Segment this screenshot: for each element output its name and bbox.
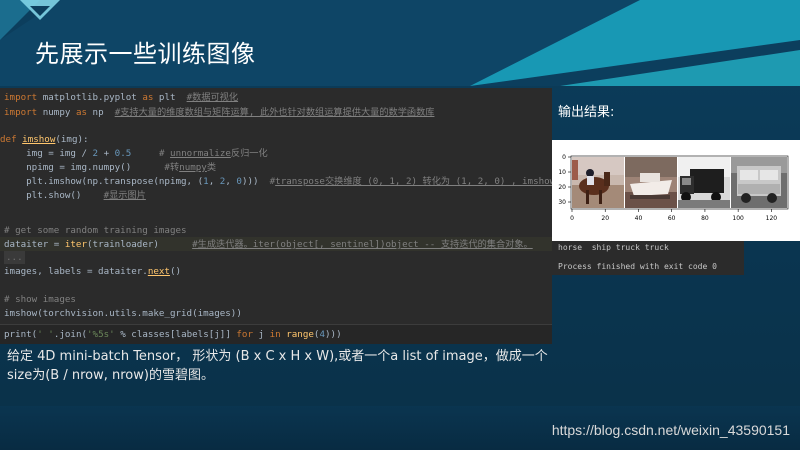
watermark-text: https://blog.csdn.net/weixin_43590151 [551,422,790,438]
slide-title: 先展示一些训练图像 [35,40,256,68]
y-axis-ticks: 0 10 20 30 [558,154,571,206]
code-line: images, labels = dataiter.next() [4,266,182,277]
x-tick-label: 120 [766,215,778,222]
x-tick-label: 40 [635,215,643,222]
code-line: plt.show() #显示图片 [4,190,146,201]
output-plot: 0 20 40 60 80 100 120 0 10 20 30 [552,140,800,241]
code-line: imshow(torchvision.utils.make_grid(image… [4,308,242,319]
description-text: 给定 4D mini-batch Tensor， 形状为 (B x C x H … [7,349,548,383]
code-line: def imshow(img): [0,134,89,145]
x-tick-label: 0 [570,215,574,222]
image-tile-horse [572,157,624,208]
slide: 先展示一些训练图像 输出结果: import matplotlib.pyplot… [0,0,800,450]
code-line: dataiter = iter(trainloader) #生成迭代器。iter… [4,239,533,250]
x-tick-label: 20 [601,215,609,222]
code-line: # show images [4,294,76,305]
y-tick-label: 0 [562,154,566,161]
code-line: npimg = img.numpy() #转numpy类 [4,162,217,173]
x-axis-ticks: 0 20 40 60 80 100 120 [570,209,777,222]
image-grid-plot: 0 20 40 60 80 100 120 0 10 20 30 [558,154,789,222]
code-line: img = img / 2 + 0.5 # unnormalize反归一化 [4,148,268,159]
code-line: import matplotlib.pyplot as plt #数据可视化 [4,92,239,103]
code-line: plt.imshow(np.transpose(npimg, (1, 2, 0)… [4,176,552,187]
y-tick-label: 10 [558,169,566,176]
code-line: # get some random training images [4,225,187,236]
image-tile-ship [625,157,677,208]
console-line-labels: horse ship truck truck [558,243,669,252]
code-line: import numpy as np #支持大量的维度数组与矩阵运算, 此外也针… [4,107,435,118]
code-editor-panel: import matplotlib.pyplot as plt #数据可视化 i… [0,88,552,344]
image-tile-truck-2 [731,157,787,208]
x-tick-label: 100 [732,215,744,222]
y-tick-label: 20 [558,184,566,191]
code-fold-marker[interactable]: ... [4,251,25,264]
console-output: horse ship truck truck Process finished … [552,241,744,275]
output-label: 输出结果: [558,105,615,120]
x-tick-label: 60 [668,215,676,222]
image-tile-truck-1 [678,157,730,208]
x-tick-label: 80 [701,215,709,222]
code-line-print: print(' '.join('%5s' % classes[labels[j]… [0,324,552,344]
y-tick-label: 30 [558,199,566,206]
console-line-exit: Process finished with exit code 0 [558,262,717,271]
